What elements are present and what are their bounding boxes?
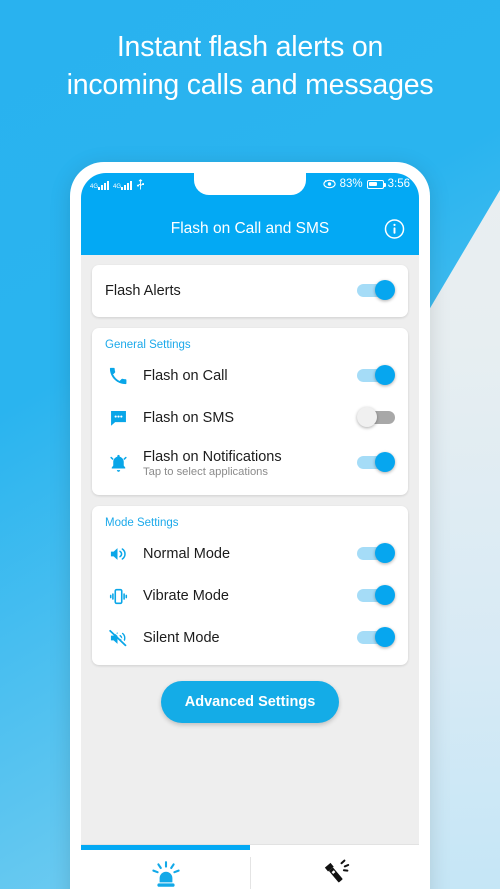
bottom-navigation: Flash Alerts Torch (81, 844, 419, 889)
toggle-flash-on-notifications[interactable] (357, 452, 395, 474)
row-silent-mode[interactable]: Silent Mode (92, 617, 408, 659)
tab-flash-alerts[interactable]: Flash Alerts (81, 845, 250, 889)
advanced-settings-button[interactable]: Advanced Settings (160, 681, 340, 723)
app-bar: Flash on Call and SMS (81, 203, 419, 255)
general-settings-title: General Settings (105, 339, 191, 351)
volume-up-icon (105, 542, 131, 566)
siren-alert-icon (150, 858, 182, 888)
flash-on-call-label: Flash on Call (143, 368, 228, 384)
toggle-thumb (375, 452, 395, 472)
flash-alerts-label: Flash Alerts (105, 283, 181, 299)
promo-headline: Instant flash alerts on incoming calls a… (0, 28, 500, 104)
toggle-flash-on-sms[interactable] (357, 407, 395, 429)
vibrate-icon (105, 584, 131, 608)
flash-on-notifications-sublabel: Tap to select applications (143, 465, 269, 478)
signal-bars-2 (121, 180, 133, 190)
toggle-thumb (375, 280, 395, 300)
clock-label: 3:56 (387, 178, 410, 190)
flash-alerts-text: Flash Alerts (105, 283, 357, 299)
row-flash-alerts[interactable]: Flash Alerts (92, 265, 408, 317)
toggle-thumb (375, 627, 395, 647)
status-bar-right: 83% 3:56 (322, 178, 410, 190)
status-bar-left: 4G 4G (90, 179, 145, 190)
advanced-settings-wrap: Advanced Settings (92, 681, 408, 723)
signal-icon-2: 4G (113, 180, 133, 190)
notification-bell-icon (105, 451, 131, 475)
sms-message-icon (105, 406, 131, 430)
flash-on-sms-text: Flash on SMS (143, 410, 357, 426)
mode-settings-title: Mode Settings (105, 517, 179, 529)
toggle-flash-alerts[interactable] (357, 280, 395, 302)
flash-on-notifications-text: Flash on Notifications Tap to select app… (143, 449, 357, 478)
network-label-1: 4G (90, 184, 99, 190)
phone-mockup: 4G 4G 83% 3:56 Flash on Call and SMS Fla… (70, 162, 430, 889)
vibrate-mode-text: Vibrate Mode (143, 588, 357, 604)
general-settings-card: General Settings Flash on Call Flash on … (92, 328, 408, 495)
phone-call-icon (105, 364, 131, 388)
normal-mode-text: Normal Mode (143, 546, 357, 562)
network-label-2: 4G (113, 184, 122, 190)
toggle-normal-mode[interactable] (357, 543, 395, 565)
silent-mode-label: Silent Mode (143, 630, 220, 646)
toggle-vibrate-mode[interactable] (357, 585, 395, 607)
toggle-flash-on-call[interactable] (357, 365, 395, 387)
app-title: Flash on Call and SMS (170, 220, 330, 237)
signal-bars-1 (98, 180, 110, 190)
promo-screenshot: Instant flash alerts on incoming calls a… (0, 0, 500, 889)
toggle-thumb (375, 543, 395, 563)
toggle-thumb (357, 407, 377, 427)
row-flash-on-call[interactable]: Flash on Call (92, 355, 408, 397)
settings-content: Flash Alerts General Settings Flash on C… (81, 255, 419, 889)
flash-on-call-text: Flash on Call (143, 368, 357, 384)
usb-icon (137, 179, 145, 190)
battery-icon (366, 179, 386, 189)
row-flash-on-notifications[interactable]: Flash on Notifications Tap to select app… (92, 439, 408, 487)
eye-icon (322, 179, 336, 189)
row-flash-on-sms[interactable]: Flash on SMS (92, 397, 408, 439)
info-icon[interactable] (384, 219, 405, 240)
volume-mute-icon (105, 626, 131, 650)
flash-on-notifications-label: Flash on Notifications (143, 448, 282, 465)
silent-mode-text: Silent Mode (143, 630, 357, 646)
toggle-thumb (375, 365, 395, 385)
vibrate-mode-label: Vibrate Mode (143, 588, 229, 604)
phone-notch (194, 173, 306, 195)
tab-torch[interactable]: Torch (250, 845, 419, 889)
headline-line-1: Instant flash alerts on (116, 31, 384, 63)
flash-on-sms-label: Flash on SMS (143, 410, 235, 426)
battery-percent-label: 83% (339, 178, 363, 190)
signal-icon-1: 4G (90, 180, 110, 190)
torch-flashlight-icon (319, 858, 351, 888)
phone-screen: 4G 4G 83% 3:56 Flash on Call and SMS Fla… (81, 173, 419, 889)
row-vibrate-mode[interactable]: Vibrate Mode (92, 575, 408, 617)
normal-mode-label: Normal Mode (143, 546, 231, 562)
flash-alerts-card: Flash Alerts (92, 265, 408, 317)
row-normal-mode[interactable]: Normal Mode (92, 533, 408, 575)
toggle-silent-mode[interactable] (357, 627, 395, 649)
toggle-thumb (375, 585, 395, 605)
mode-settings-card: Mode Settings Normal Mode Vibrate Mode S… (92, 506, 408, 665)
headline-line-2: incoming calls and messages (66, 69, 434, 101)
status-bar: 4G 4G 83% 3:56 (81, 173, 419, 203)
